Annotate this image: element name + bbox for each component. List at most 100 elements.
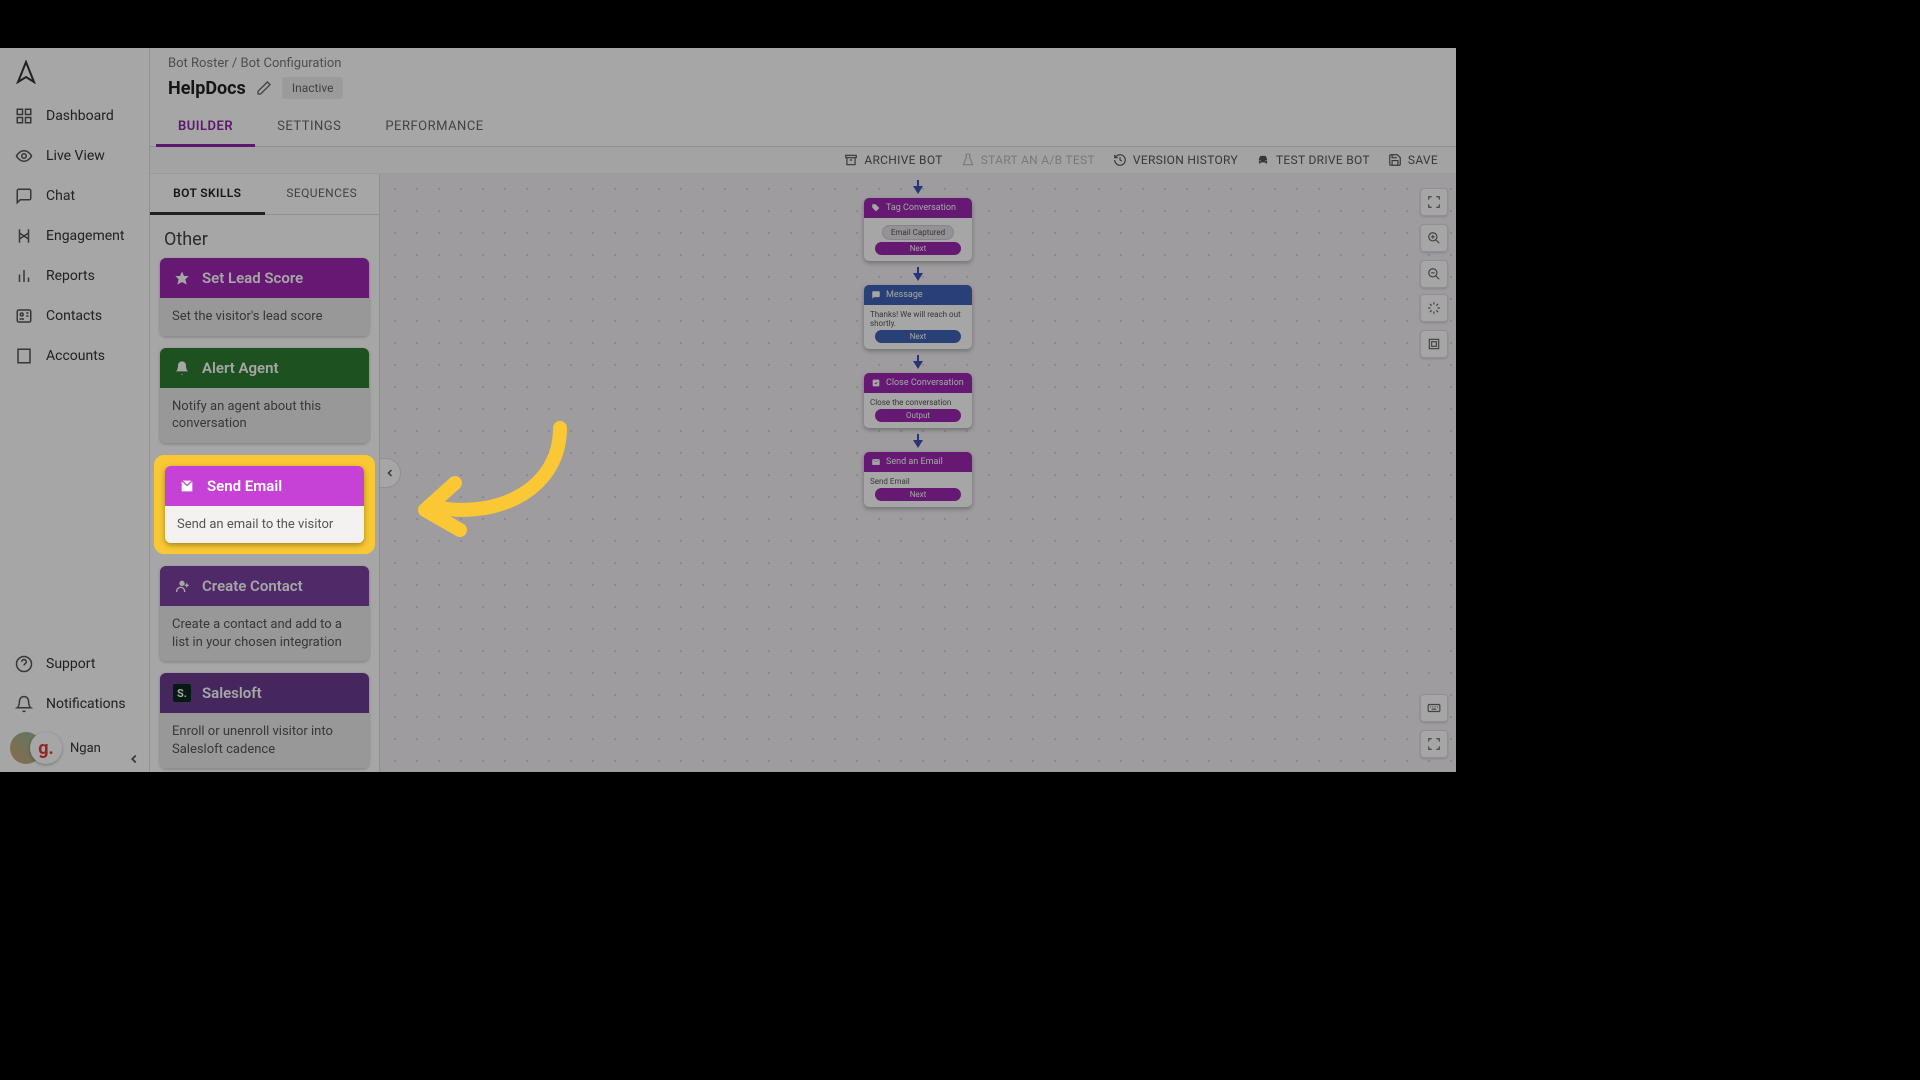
tab-bot-skills[interactable]: BOT SKILLS bbox=[150, 174, 265, 215]
skills-list[interactable]: Other Set Lead Score Set the visitor's l… bbox=[150, 215, 379, 772]
chat-icon bbox=[14, 186, 34, 206]
ab-label: START AN A/B TEST bbox=[981, 153, 1095, 167]
history-label: VERSION HISTORY bbox=[1133, 153, 1238, 167]
node-title: Close Conversation bbox=[886, 378, 964, 388]
flow-graph: Tag Conversation Email Captured Next Mess… bbox=[864, 180, 972, 513]
tab-settings[interactable]: SETTINGS bbox=[255, 109, 363, 146]
page-title: HelpDocs bbox=[168, 78, 246, 99]
nav-chat[interactable]: Chat bbox=[0, 176, 149, 216]
save-button[interactable]: SAVE bbox=[1388, 153, 1438, 167]
nav-notifications[interactable]: Notifications bbox=[0, 684, 149, 724]
node-title: Send an Email bbox=[886, 457, 943, 467]
skill-group-title: Other bbox=[160, 223, 369, 258]
nav-label: Support bbox=[46, 656, 95, 672]
skill-title: Set Lead Score bbox=[202, 269, 303, 287]
grid-toggle-button[interactable] bbox=[1420, 330, 1448, 358]
bar-chart-icon bbox=[14, 266, 34, 286]
breadcrumb-root[interactable]: Bot Roster bbox=[168, 56, 229, 71]
fit-view-button[interactable] bbox=[1420, 294, 1448, 322]
version-history-button[interactable]: VERSION HISTORY bbox=[1113, 153, 1238, 167]
status-badge: Inactive bbox=[282, 77, 344, 99]
main-tabs: BUILDER SETTINGS PERFORMANCE bbox=[150, 109, 1456, 147]
nav-label: Chat bbox=[46, 188, 75, 204]
tab-performance[interactable]: PERFORMANCE bbox=[363, 109, 505, 146]
keyboard-button[interactable] bbox=[1420, 694, 1448, 722]
node-output[interactable]: Output bbox=[875, 409, 961, 422]
skill-set-lead-score[interactable]: Set Lead Score Set the visitor's lead sc… bbox=[160, 258, 369, 336]
node-title: Message bbox=[886, 290, 923, 300]
node-output[interactable]: Next bbox=[875, 242, 961, 255]
nav-liveview[interactable]: Live View bbox=[0, 136, 149, 176]
action-bar: ARCHIVE BOT START AN A/B TEST VERSION HI… bbox=[150, 147, 1456, 174]
node-chip: Email Captured bbox=[882, 225, 954, 240]
nav-support[interactable]: Support bbox=[0, 644, 149, 684]
edit-title-button[interactable] bbox=[256, 80, 272, 96]
nav-dashboard[interactable]: Dashboard bbox=[0, 96, 149, 136]
archive-bot-button[interactable]: ARCHIVE BOT bbox=[844, 153, 942, 167]
nav-label: Accounts bbox=[46, 348, 105, 364]
app-logo[interactable] bbox=[0, 48, 149, 96]
node-close-conversation[interactable]: Close Conversation Close the conversatio… bbox=[864, 373, 972, 428]
user-name: Ngan bbox=[70, 741, 101, 756]
node-output[interactable]: Next bbox=[875, 330, 961, 343]
avatar-letter: g. bbox=[38, 738, 54, 759]
zoom-out-button[interactable] bbox=[1420, 260, 1448, 288]
test-drive-button[interactable]: TEST DRIVE BOT bbox=[1256, 153, 1370, 167]
skill-title: Salesloft bbox=[202, 684, 262, 702]
testdrive-label: TEST DRIVE BOT bbox=[1276, 153, 1370, 167]
dashboard-icon bbox=[14, 106, 34, 126]
breadcrumb-current: Bot Configuration bbox=[241, 56, 342, 71]
tab-builder[interactable]: BUILDER bbox=[156, 109, 255, 147]
bell-icon bbox=[172, 358, 192, 378]
nav-accounts[interactable]: Accounts bbox=[0, 336, 149, 376]
salesloft-icon: S. bbox=[172, 683, 192, 703]
skill-title: Send Email bbox=[207, 477, 282, 495]
skill-desc: Send an email to the visitor bbox=[165, 506, 364, 544]
skill-salesloft[interactable]: S. Salesloft Enroll or unenroll visitor i… bbox=[160, 673, 369, 768]
star-icon bbox=[172, 268, 192, 288]
sidebar-collapse-button[interactable] bbox=[127, 752, 141, 766]
skill-desc: Create a contact and add to a list in yo… bbox=[160, 606, 369, 661]
person-add-icon bbox=[172, 576, 192, 596]
nav-engagement[interactable]: Engagement bbox=[0, 216, 149, 256]
node-body: Close the conversation bbox=[870, 398, 951, 407]
flow-canvas[interactable]: Tag Conversation Email Captured Next Mess… bbox=[380, 174, 1456, 772]
skill-desc: Enroll or unenroll visitor into Saleslof… bbox=[160, 713, 369, 768]
expand-button[interactable] bbox=[1420, 730, 1448, 758]
eye-icon bbox=[14, 146, 34, 166]
skill-desc: Notify an agent about this conversation bbox=[160, 388, 369, 443]
node-tag-conversation[interactable]: Tag Conversation Email Captured Next bbox=[864, 198, 972, 261]
highlighted-skill: Send Email Send an email to the visitor bbox=[154, 455, 375, 555]
node-title: Tag Conversation bbox=[886, 203, 956, 213]
contacts-icon bbox=[14, 306, 34, 326]
nav-label: Dashboard bbox=[46, 108, 114, 124]
node-output[interactable]: Next bbox=[875, 488, 961, 501]
skill-desc: Set the visitor's lead score bbox=[160, 298, 369, 336]
skill-send-email[interactable]: Send Email Send an email to the visitor bbox=[165, 466, 364, 544]
skills-panel: BOT SKILLS SEQUENCES Other Set Lead Scor… bbox=[150, 174, 380, 772]
nav-label: Live View bbox=[46, 148, 105, 164]
engagement-icon bbox=[14, 226, 34, 246]
breadcrumb: Bot Roster / Bot Configuration bbox=[150, 48, 1456, 71]
skill-alert-agent[interactable]: Alert Agent Notify an agent about this c… bbox=[160, 348, 369, 443]
zoom-in-button[interactable] bbox=[1420, 224, 1448, 252]
node-message[interactable]: Message Thanks! We will reach out shortl… bbox=[864, 285, 972, 349]
nav-reports[interactable]: Reports bbox=[0, 256, 149, 296]
save-label: SAVE bbox=[1408, 153, 1438, 167]
node-body: Send Email bbox=[870, 477, 910, 486]
nav-label: Notifications bbox=[46, 696, 126, 712]
building-icon bbox=[14, 346, 34, 366]
nav-contacts[interactable]: Contacts bbox=[0, 296, 149, 336]
nav-label: Engagement bbox=[46, 228, 124, 244]
skill-create-contact[interactable]: Create Contact Create a contact and add … bbox=[160, 566, 369, 661]
skill-title: Create Contact bbox=[202, 577, 303, 595]
avatar: g. bbox=[30, 732, 62, 764]
bell-icon bbox=[14, 694, 34, 714]
skill-title: Alert Agent bbox=[202, 359, 279, 377]
node-send-email[interactable]: Send an Email Send Email Next bbox=[864, 452, 972, 507]
fullscreen-button[interactable] bbox=[1420, 188, 1448, 216]
start-ab-test-button: START AN A/B TEST bbox=[961, 153, 1095, 167]
tab-sequences[interactable]: SEQUENCES bbox=[265, 174, 380, 214]
help-icon bbox=[14, 654, 34, 674]
node-body: Thanks! We will reach out shortly. bbox=[870, 310, 961, 328]
